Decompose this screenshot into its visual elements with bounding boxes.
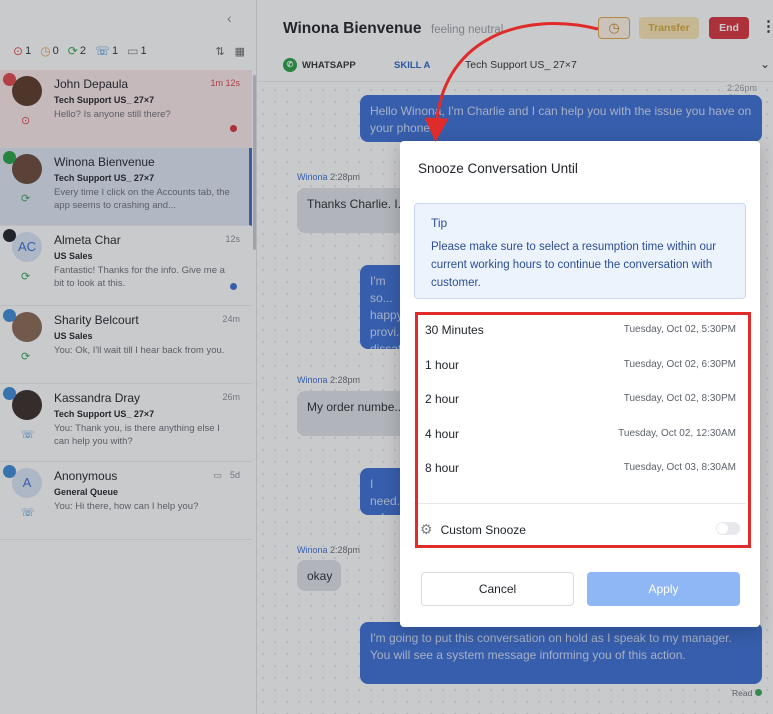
annotation-arrow (424, 22, 599, 142)
